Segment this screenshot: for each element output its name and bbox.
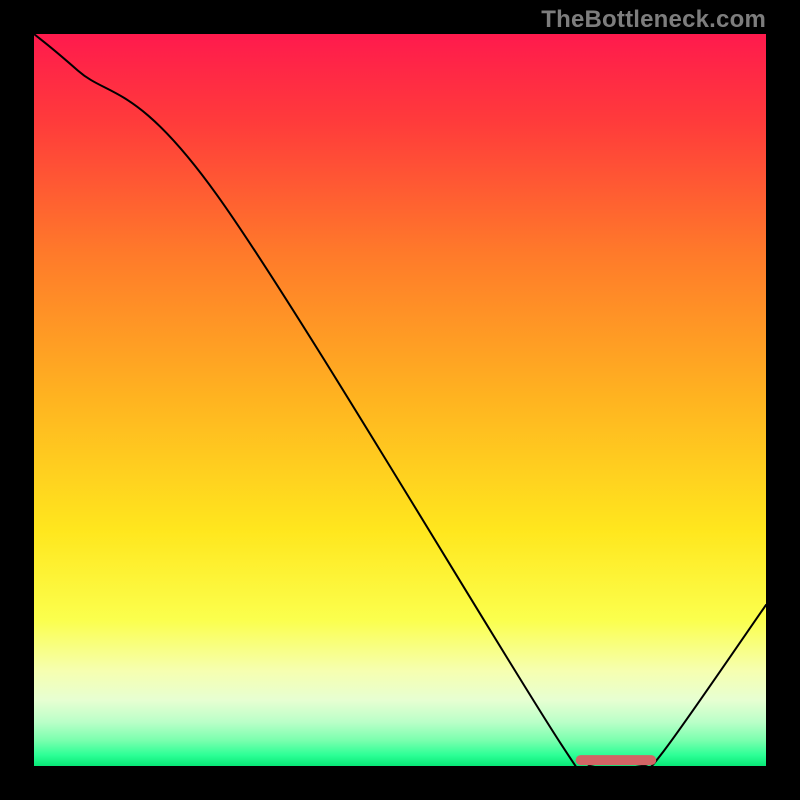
chart-frame: TheBottleneck.com [0, 0, 800, 800]
chart-plot-area [34, 34, 766, 766]
chart-svg [34, 34, 766, 766]
watermark-text: TheBottleneck.com [541, 6, 766, 34]
optimal-region-marker [576, 755, 657, 765]
gradient-background [34, 34, 766, 766]
